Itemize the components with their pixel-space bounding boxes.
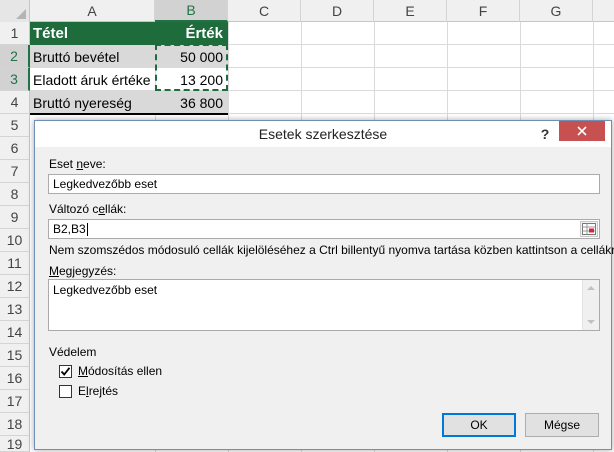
column-header-a[interactable]: A — [30, 0, 155, 22]
row-header-18[interactable]: 18 — [0, 413, 30, 436]
hide-checkbox-row[interactable]: Elrejtés — [59, 384, 118, 398]
help-button[interactable]: ? — [535, 124, 555, 144]
row-header-17[interactable]: 17 — [0, 390, 30, 413]
hide-label: Elrejtés — [78, 384, 119, 398]
range-selector-button[interactable] — [580, 221, 598, 237]
dialog-title: Esetek szerkesztése — [258, 126, 388, 142]
row-header-15[interactable]: 15 — [0, 344, 30, 367]
row-header-19[interactable]: 19 — [0, 436, 30, 452]
cell-a3[interactable]: Eladott áruk értéke — [30, 68, 155, 91]
comment-label: Megjegyzés: — [49, 264, 117, 278]
column-header-d[interactable]: D — [301, 0, 374, 22]
cell-a1[interactable]: Tétel — [30, 22, 155, 45]
row-header-8[interactable]: 8 — [0, 183, 30, 206]
comment-scrollbar[interactable] — [582, 280, 599, 330]
cell-a2[interactable]: Bruttó bevétel — [30, 45, 155, 68]
column-header-b[interactable]: B — [155, 0, 228, 22]
hide-checkbox[interactable] — [59, 384, 72, 398]
scroll-up-icon[interactable] — [587, 286, 595, 290]
row-header-3[interactable]: 3 — [0, 68, 30, 91]
protection-group-label: Védelem — [49, 345, 97, 359]
row-header-6[interactable]: 6 — [0, 137, 30, 160]
changing-cells-hint: Nem szomszédos módosuló cellák kijelölés… — [49, 243, 614, 257]
scroll-down-icon[interactable] — [587, 320, 595, 324]
row-header-4[interactable]: 4 — [0, 91, 30, 114]
row-header-16[interactable]: 16 — [0, 367, 30, 390]
prevent-changes-checkbox[interactable] — [59, 364, 72, 378]
comment-textarea[interactable]: Legkedvezőbb eset — [48, 279, 600, 331]
close-icon — [577, 126, 587, 136]
cell-b4[interactable]: 36 800 — [155, 91, 228, 114]
row-header-11[interactable]: 11 — [0, 252, 30, 275]
row-header-14[interactable]: 14 — [0, 321, 30, 344]
column-header-c[interactable]: C — [228, 0, 301, 22]
changing-cells-input[interactable]: B2,B3 — [48, 219, 600, 239]
row-header-12[interactable]: 12 — [0, 275, 30, 298]
prevent-changes-checkbox-row[interactable]: Módosítás ellen — [59, 364, 162, 378]
checkmark-icon — [60, 366, 71, 376]
column-header-f[interactable]: F — [447, 0, 520, 22]
row-header-7[interactable]: 7 — [0, 160, 30, 183]
select-all-corner[interactable] — [0, 0, 30, 22]
column-header-e[interactable]: E — [374, 0, 447, 22]
ok-button[interactable]: OK — [442, 413, 516, 437]
row-header-13[interactable]: 13 — [0, 298, 30, 321]
edit-scenario-dialog: Esetek szerkesztése ? Eset neve: Legkedv… — [34, 120, 614, 450]
row-header-5[interactable]: 5 — [0, 114, 30, 137]
column-header-g[interactable]: G — [520, 0, 593, 22]
scenario-name-label: Eset neve: — [49, 157, 106, 171]
cell-b2[interactable]: 50 000 — [155, 45, 228, 68]
row-header-2[interactable]: 2 — [0, 45, 30, 68]
range-select-icon — [582, 223, 596, 235]
cancel-button[interactable]: Mégse — [525, 413, 599, 437]
row-header-10[interactable]: 10 — [0, 229, 30, 252]
cell-a4[interactable]: Bruttó nyereség — [30, 91, 155, 114]
cell-b3[interactable]: 13 200 — [155, 68, 228, 91]
cell-b1[interactable]: Érték — [155, 22, 228, 45]
scenario-name-input[interactable]: Legkedvezőbb eset — [48, 174, 600, 194]
prevent-changes-label: Módosítás ellen — [78, 364, 163, 378]
total-border — [30, 113, 228, 115]
changing-cells-label: Változó cellák: — [49, 202, 127, 216]
close-button[interactable] — [559, 121, 605, 141]
row-header-9[interactable]: 9 — [0, 206, 30, 229]
text-caret — [86, 222, 88, 236]
column-header-row: A B C D E F G — [0, 0, 614, 22]
row-header-1[interactable]: 1 — [0, 22, 30, 45]
